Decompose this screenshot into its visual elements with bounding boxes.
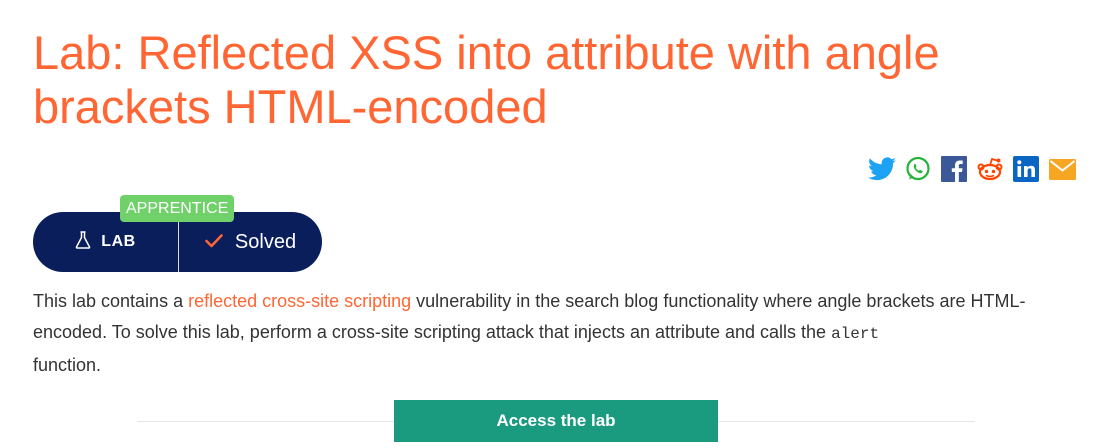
description-text-3: function. [33, 355, 102, 375]
share-bar [868, 155, 1076, 183]
email-icon[interactable] [1048, 155, 1076, 183]
facebook-icon[interactable] [940, 155, 968, 183]
page-title: Lab: Reflected XSS into attribute with a… [33, 26, 940, 133]
reddit-icon[interactable] [976, 155, 1004, 183]
lab-description: This lab contains a reflected cross-site… [33, 286, 1078, 381]
status-label: Solved [234, 230, 297, 253]
linkedin-icon[interactable] [1012, 155, 1040, 183]
page: Lab: Reflected XSS into attribute with a… [0, 0, 1098, 448]
whatsapp-icon[interactable] [904, 155, 932, 183]
alert-code: alert [831, 325, 880, 343]
access-lab-button[interactable]: Access the lab [394, 400, 718, 442]
checkmark-icon [205, 231, 223, 254]
description-text-1: This lab contains a [33, 291, 189, 311]
lab-label: LAB [101, 233, 136, 250]
solved-status: Solved [179, 231, 322, 254]
flask-icon [75, 230, 91, 254]
lab-label-section: LAB [33, 230, 178, 254]
reflected-xss-link[interactable]: reflected cross-site scripting [188, 291, 411, 311]
twitter-icon[interactable] [868, 155, 896, 183]
level-badge: APPRENTICE [120, 195, 235, 222]
